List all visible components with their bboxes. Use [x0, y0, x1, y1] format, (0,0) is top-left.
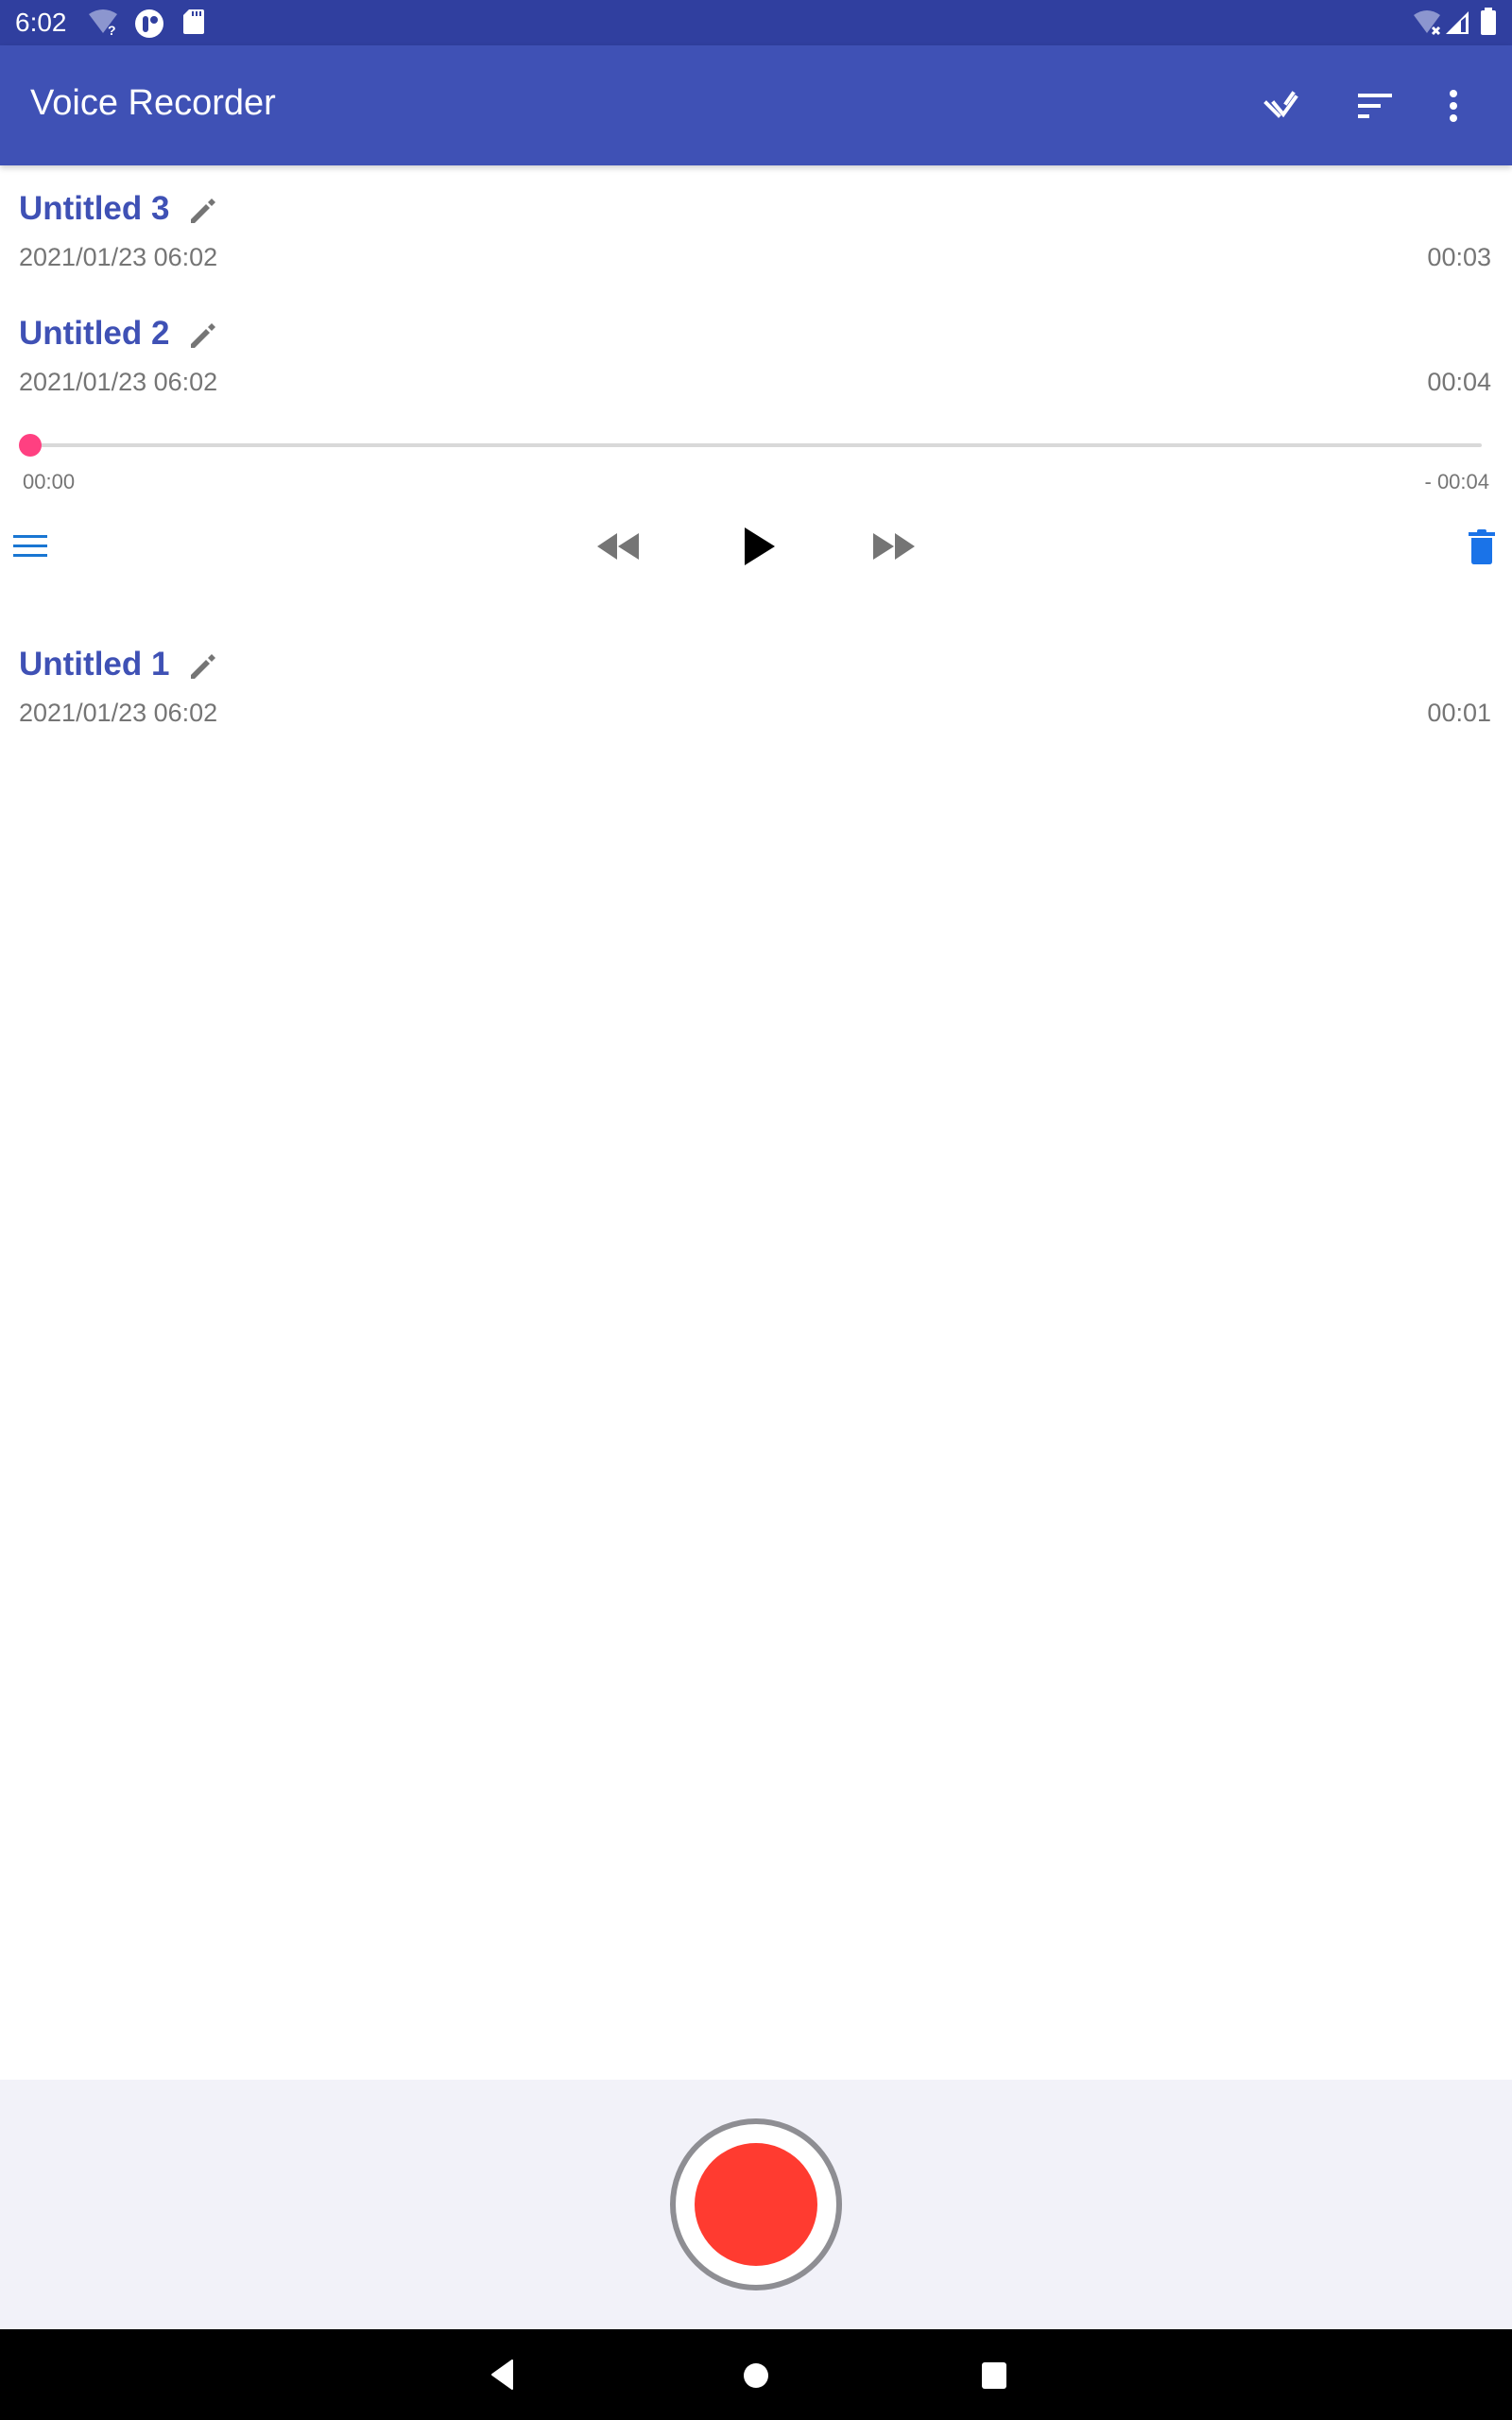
status-time: 6:02: [15, 8, 67, 37]
more-options-button[interactable]: [1425, 78, 1482, 134]
edit-title-icon[interactable]: [187, 320, 219, 352]
recording-title: Untitled 1: [19, 646, 170, 683]
sort-button[interactable]: [1347, 78, 1403, 134]
wifi-unknown-icon: ?: [89, 9, 117, 37]
app-title: Voice Recorder: [30, 83, 276, 123]
recording-title: Untitled 2: [19, 315, 170, 352]
seek-bar-thumb[interactable]: [19, 434, 42, 457]
battery-full-icon: [1481, 8, 1496, 35]
select-all-icon: [1263, 91, 1298, 118]
back-icon[interactable]: [490, 2358, 518, 2392]
cell-signal-icon: [1446, 11, 1469, 34]
recording-date: 2021/01/23 06:02: [19, 699, 218, 727]
edit-title-icon[interactable]: [187, 195, 219, 227]
menu-icon[interactable]: [13, 534, 47, 559]
recording-duration: 00:01: [1427, 699, 1491, 727]
status-bar: 6:02 ?: [0, 0, 1512, 45]
select-all-button[interactable]: [1257, 78, 1314, 134]
seek-bar[interactable]: [30, 443, 1482, 447]
recents-icon[interactable]: [979, 2360, 1009, 2390]
app-notification-icon: [135, 9, 163, 38]
play-icon[interactable]: [739, 524, 781, 569]
record-button[interactable]: [670, 2118, 842, 2290]
home-icon[interactable]: [741, 2360, 771, 2391]
record-icon: [695, 2143, 817, 2266]
edit-title-icon[interactable]: [187, 650, 219, 683]
record-panel: [0, 2080, 1512, 2329]
recording-duration: 00:04: [1427, 368, 1491, 396]
svg-text:?: ?: [108, 23, 116, 37]
recording-list-item[interactable]: Untitled 3 2021/01/23 06:02 00:03: [0, 170, 1512, 293]
recording-list-item[interactable]: Untitled 1 2021/01/23 06:02 00:01: [0, 624, 1512, 745]
recording-duration: 00:03: [1427, 243, 1491, 271]
recording-date: 2021/01/23 06:02: [19, 243, 218, 271]
elapsed-time: 00:00: [23, 470, 76, 493]
fast-forward-icon[interactable]: [869, 529, 919, 563]
recording-list-item[interactable]: Untitled 2 2021/01/23 06:02 00:04: [0, 295, 1512, 416]
remaining-time: - 00:04: [1424, 470, 1490, 493]
recording-date: 2021/01/23 06:02: [19, 368, 218, 396]
more-options-icon: [1450, 90, 1457, 122]
app-toolbar: Voice Recorder: [0, 45, 1512, 165]
system-nav-bar: [0, 2329, 1512, 2420]
audio-player: 00:00 - 00:04: [0, 416, 1512, 605]
wifi-off-icon: [1414, 10, 1441, 36]
sd-card-icon: [183, 9, 204, 34]
recording-title: Untitled 3: [19, 190, 170, 227]
rewind-icon[interactable]: [593, 529, 643, 563]
sort-icon: [1358, 94, 1392, 118]
delete-icon[interactable]: [1465, 527, 1499, 567]
